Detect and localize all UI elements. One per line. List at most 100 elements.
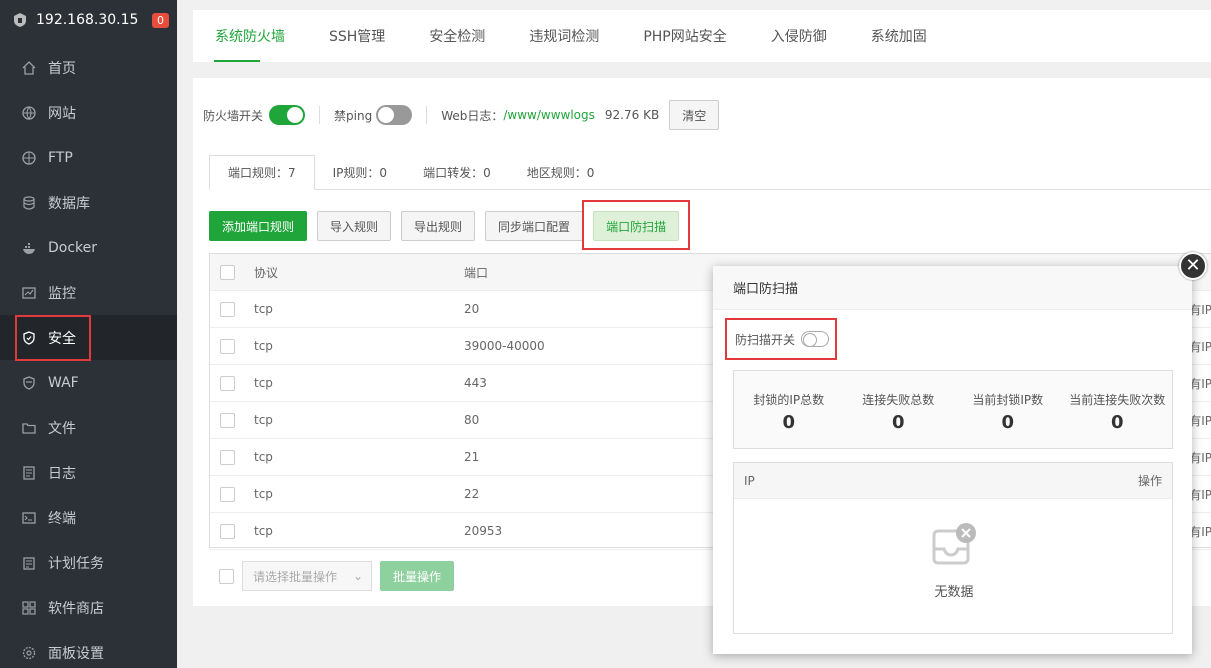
sidebar-item-2[interactable]: 网站 — [0, 90, 177, 135]
monitor-icon — [22, 286, 36, 300]
weblog-size: 92.76 KB — [604, 108, 660, 122]
sidebar-item-3[interactable]: FTP — [0, 135, 177, 180]
sync-port-config-button[interactable]: 同步端口配置 — [485, 211, 584, 241]
tab-3[interactable]: 安全检测 — [407, 10, 507, 62]
scan-stats: 封锁的IP总数 0 连接失败总数 0 当前封锁IP数 0 当前连接失败次数 0 — [733, 370, 1173, 449]
anti-scan-modal: 端口防扫描 防扫描开关 封锁的IP总数 0 连接失败总数 0 当前封锁IP数 0 当前连接失… — [713, 266, 1192, 654]
empty-inbox-icon — [932, 523, 976, 565]
port-cell: 22 — [464, 487, 480, 501]
tab-6[interactable]: 入侵防御 — [749, 10, 849, 62]
policy-cell: 有IP — [1189, 450, 1211, 465]
rule-subtab-2[interactable]: IP规则：0 — [315, 155, 405, 189]
rule-subtabs: 端口规则：7 IP规则：0 端口转发：0 地区规则：0 — [209, 155, 1211, 190]
firewall-switch-label: 防火墙开关 — [203, 108, 264, 123]
protocol-cell: tcp — [254, 524, 273, 538]
port-header: 端口 — [464, 265, 489, 280]
rule-subtab-4[interactable]: 地区规则：0 — [509, 155, 613, 189]
log-icon — [22, 465, 36, 480]
policy-cell: 有IP — [1189, 339, 1211, 354]
server-ip: 192.168.30.15 — [36, 12, 139, 28]
import-rules-button[interactable]: 导入规则 — [317, 211, 392, 241]
notification-badge[interactable]: 0 — [152, 12, 169, 28]
sidebar-item-label: 监控 — [48, 285, 76, 302]
row-checkbox[interactable] — [220, 301, 235, 317]
policy-cell: 有IP — [1189, 376, 1211, 391]
firewall-toggle[interactable] — [269, 105, 306, 125]
security-highlight-box — [15, 315, 91, 361]
anti-scan-toggle[interactable] — [801, 331, 830, 347]
tab-1[interactable]: 系统防火墙 — [193, 10, 307, 62]
sidebar-item-5[interactable]: Docker — [0, 225, 177, 270]
export-rules-button[interactable]: 导出规则 — [401, 211, 476, 241]
row-checkbox[interactable] — [220, 338, 235, 354]
rule-subtab-1[interactable]: 端口规则：7 — [209, 155, 315, 190]
sidebar-item-1[interactable]: 首页 — [0, 45, 177, 90]
sidebar-item-label: 终端 — [48, 510, 76, 527]
divider — [426, 106, 428, 124]
gear-icon — [22, 646, 36, 660]
tab-2[interactable]: SSH管理 — [307, 10, 407, 62]
protocol-header: 协议 — [254, 265, 279, 280]
chevron-down-icon: ⌄ — [352, 569, 363, 583]
globe-icon — [22, 105, 36, 120]
policy-cell: 有IP — [1189, 302, 1211, 317]
blocked-ip-table: IP 操作 无数据 — [733, 462, 1173, 634]
batch-select-checkbox[interactable] — [219, 568, 234, 584]
sidebar-item-label: 面板设置 — [48, 645, 104, 662]
divider — [319, 106, 321, 124]
sidebar-item-label: 计划任务 — [48, 555, 104, 572]
ftp-icon — [22, 150, 36, 165]
protocol-cell: tcp — [254, 487, 273, 501]
docker-icon — [22, 241, 36, 255]
row-checkbox[interactable] — [220, 412, 235, 428]
sidebar-item-9[interactable]: 文件 — [0, 405, 177, 450]
empty-state: 无数据 — [734, 523, 1174, 600]
row-checkbox[interactable] — [220, 523, 235, 539]
row-checkbox[interactable] — [220, 375, 235, 391]
tab-7[interactable]: 系统加固 — [849, 10, 949, 62]
ping-switch-label: 禁ping — [334, 108, 373, 123]
sidebar-item-label: 首页 — [48, 60, 76, 77]
stat-item: 当前封锁IP数 0 — [953, 371, 1063, 448]
anti-scan-switch-label: 防扫描开关 — [735, 332, 796, 347]
batch-operation-button[interactable]: 批量操作 — [380, 561, 455, 591]
database-icon — [22, 195, 36, 210]
waf-icon — [22, 375, 36, 390]
sidebar-item-10[interactable]: 日志 — [0, 450, 177, 495]
home-icon — [22, 60, 36, 75]
batch-bar: 请选择批量操作 ⌄ 批量操作 — [219, 561, 455, 591]
sidebar-item-12[interactable]: 计划任务 — [0, 540, 177, 585]
stat-item: 连接失败总数 0 — [844, 371, 954, 448]
clear-log-button[interactable]: 清空 — [669, 100, 720, 130]
select-all-checkbox[interactable] — [220, 264, 235, 280]
port-cell: 20 — [464, 302, 480, 316]
sidebar-item-label: 日志 — [48, 465, 76, 482]
protocol-cell: tcp — [254, 376, 273, 390]
sidebar-item-label: Docker — [48, 239, 98, 256]
rule-subtab-3[interactable]: 端口转发：0 — [405, 155, 509, 189]
tab-4[interactable]: 违规词检测 — [507, 10, 621, 62]
batch-placeholder: 请选择批量操作 — [253, 569, 338, 584]
stat-value: 0 — [1110, 412, 1124, 433]
port-cell: 21 — [464, 450, 480, 464]
sidebar-item-13[interactable]: 软件商店 — [0, 585, 177, 630]
sidebar-item-14[interactable]: 面板设置 — [0, 630, 177, 668]
weblog-path-link[interactable]: /www/wwwlogs — [503, 108, 595, 122]
protocol-cell: tcp — [254, 302, 273, 316]
row-checkbox[interactable] — [220, 449, 235, 465]
operation-header: 操作 — [1137, 474, 1162, 488]
protocol-cell: tcp — [254, 413, 273, 427]
sidebar-item-8[interactable]: WAF — [0, 360, 177, 405]
row-checkbox[interactable] — [220, 486, 235, 502]
sidebar-item-6[interactable]: 监控 — [0, 270, 177, 315]
protocol-cell: tcp — [254, 339, 273, 353]
batch-operation-select[interactable]: 请选择批量操作 ⌄ — [242, 561, 372, 591]
ping-toggle[interactable] — [376, 105, 413, 125]
add-port-rule-button[interactable]: 添加端口规则 — [209, 211, 308, 241]
sidebar-item-4[interactable]: 数据库 — [0, 180, 177, 225]
sidebar-item-11[interactable]: 终端 — [0, 495, 177, 540]
stat-label: 封锁的IP总数 — [753, 393, 825, 407]
tab-5[interactable]: PHP网站安全 — [621, 10, 748, 62]
close-icon[interactable]: ✕ — [1179, 252, 1207, 280]
stat-label: 连接失败总数 — [862, 393, 935, 407]
